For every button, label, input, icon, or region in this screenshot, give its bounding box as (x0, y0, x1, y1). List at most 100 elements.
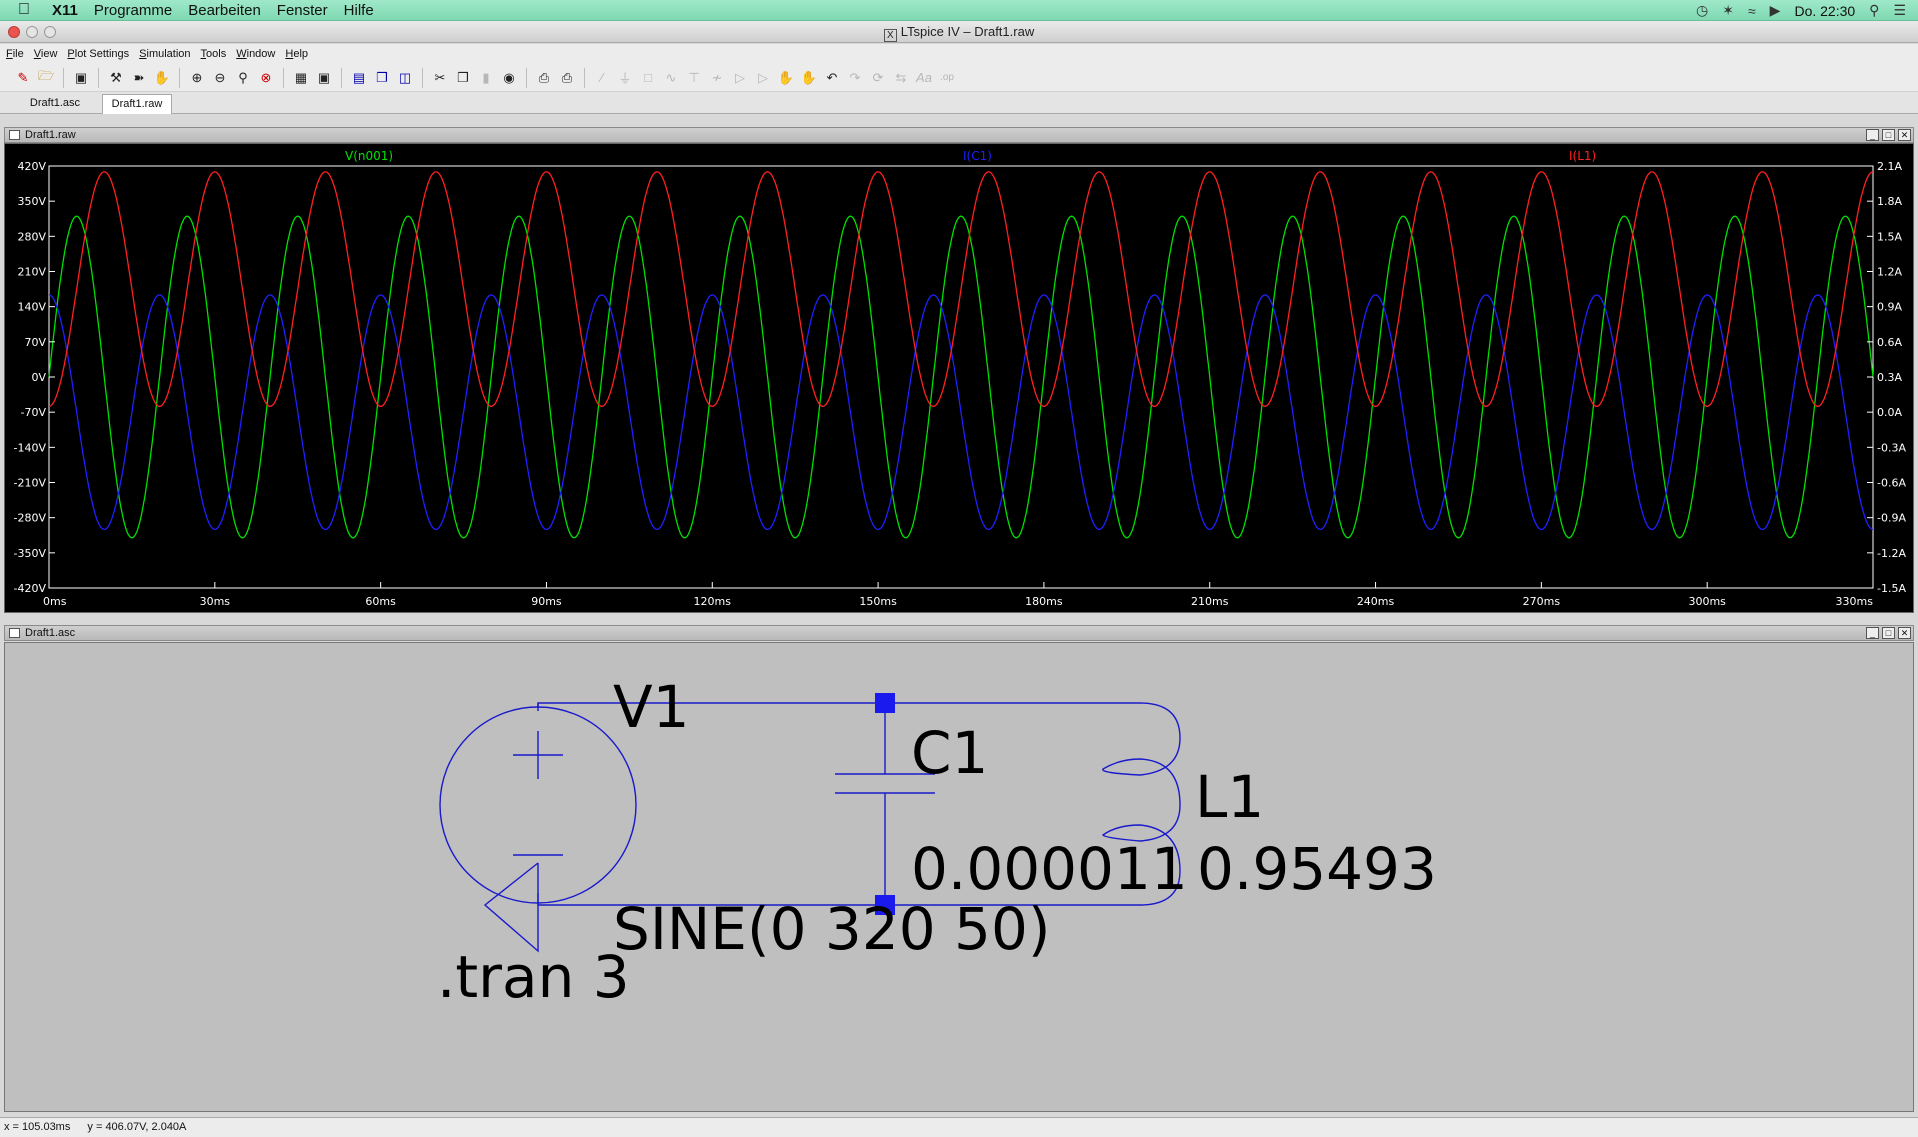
spice-directive-icon[interactable]: .op (938, 69, 956, 87)
cascade-icon[interactable]: ❐ (373, 69, 391, 87)
window-titlebar: X LTspice IV – Draft1.raw (0, 21, 1918, 43)
wire-icon[interactable]: ∕ (593, 69, 611, 87)
zoom-area-icon[interactable]: ⚲ (234, 69, 252, 87)
tile-horizontal-icon[interactable]: ▤ (350, 69, 368, 87)
drag-icon[interactable]: ✋ (800, 69, 818, 87)
cursor-y-readout: y = 406.07V, 2.040A (87, 1121, 187, 1133)
window-close-button[interactable] (8, 26, 20, 38)
zoom-in-icon[interactable]: ⊕ (188, 69, 206, 87)
toolbar: ✎ 🗁 ▣ ⚒ ➽ ✋ ⊕ ⊖ ⚲ ⊗ ▦ ▣ ▤ ❐ ◫ ✂ ❐ ▮ ◉ ⎙ … (0, 64, 1918, 92)
y-left-tick-label: -350V (14, 547, 47, 560)
component-icon[interactable]: ▷ (754, 69, 772, 87)
y-right-tick-label: 0.0A (1877, 406, 1902, 419)
print-setup-icon[interactable]: ⎙ (535, 69, 553, 87)
time-machine-icon[interactable]: ◷ (1696, 2, 1708, 19)
apple-icon[interactable]:  (18, 1, 38, 19)
move-icon[interactable]: ✋ (777, 69, 795, 87)
zoom-out-icon[interactable]: ⊖ (211, 69, 229, 87)
menu-window[interactable]: Window (236, 48, 275, 60)
schematic-drawing[interactable]: V1 C1 L1 0.95493 0.000011 SINE(0 320 50)… (5, 643, 1913, 1111)
spotlight-search-icon[interactable]: ⚲ (1869, 2, 1879, 19)
schematic-window-titlebar: Draft1.asc _ □ ✕ (4, 625, 1914, 641)
plus-sign (513, 731, 563, 779)
schematic-canvas[interactable]: V1 C1 L1 0.95493 0.000011 SINE(0 320 50)… (4, 642, 1914, 1112)
waveform-chart[interactable]: V(n001) I(C1) I(L1) 420V 350V 280V 210V 140V 70V… (5, 144, 1913, 612)
y-left-tick-label: 140V (17, 301, 46, 314)
menu-simulation[interactable]: Simulation (139, 48, 190, 60)
resistor-icon[interactable]: ∿ (662, 69, 680, 87)
schematic-maximize-button[interactable]: □ (1882, 627, 1895, 639)
menu-help[interactable]: Help (285, 48, 308, 60)
plot-close-button[interactable]: ✕ (1898, 129, 1911, 141)
rotate-icon[interactable]: ⟳ (869, 69, 887, 87)
c1-value-label: 0.000011 (911, 835, 1188, 903)
status-bar: x = 105.03ms y = 406.07V, 2.040A (0, 1117, 1918, 1137)
x-tick-label: 90ms (531, 595, 562, 608)
volume-icon[interactable]: ▶ (1770, 2, 1781, 19)
l1-name-label: L1 (1195, 763, 1264, 831)
print-icon[interactable]: ⎙ (558, 69, 576, 87)
menubar-item-fenster[interactable]: Fenster (277, 2, 328, 19)
bluetooth-icon[interactable]: ✶ (1722, 2, 1734, 19)
open-icon[interactable]: 🗁 (37, 68, 55, 87)
schematic-minimize-button[interactable]: _ (1866, 627, 1879, 639)
schematic-file-icon (9, 628, 20, 638)
save-icon[interactable]: ▣ (72, 69, 90, 87)
y-right-tick-label: -0.3A (1877, 441, 1906, 454)
notification-center-icon[interactable]: ☰ (1893, 2, 1906, 19)
window-minimize-button[interactable] (26, 26, 38, 38)
x-tick-label: 180ms (1025, 595, 1063, 608)
menubar-item-programme[interactable]: Programme (94, 2, 172, 19)
menu-tools[interactable]: Tools (201, 48, 227, 60)
run-icon[interactable]: ➽ (130, 69, 148, 87)
control-panel-icon[interactable]: ⚒ (107, 69, 125, 87)
window-zoom-button[interactable] (44, 26, 56, 38)
trace-label-0: V(n001) (345, 149, 393, 163)
text-icon[interactable]: Aa (915, 69, 933, 87)
trace-label-1: I(C1) (963, 149, 992, 163)
plot-maximize-button[interactable]: □ (1882, 129, 1895, 141)
schematic-close-button[interactable]: ✕ (1898, 627, 1911, 639)
plot-minimize-button[interactable]: _ (1866, 129, 1879, 141)
inductor-icon[interactable]: ≁ (708, 69, 726, 87)
menubar-app-name[interactable]: X11 (52, 2, 78, 19)
capacitor-icon[interactable]: ⊤ (685, 69, 703, 87)
l1-value-label: 0.95493 (1197, 835, 1437, 903)
trace-2 (48, 171, 1873, 407)
menubar-clock[interactable]: Do. 22:30 (1794, 3, 1855, 19)
tab-draft1-raw[interactable]: Draft1.raw (102, 94, 172, 114)
waveform-plot[interactable]: V(n001) I(C1) I(L1) 420V 350V 280V 210V 140V 70V… (4, 143, 1914, 613)
menubar-item-hilfe[interactable]: Hilfe (344, 2, 374, 19)
wifi-icon[interactable]: ≈ (1748, 3, 1756, 19)
tile-vertical-icon[interactable]: ◫ (396, 69, 414, 87)
menu-file[interactable]: File (6, 48, 24, 60)
trace-1 (48, 294, 1874, 531)
menu-view[interactable]: View (34, 48, 58, 60)
autorange-icon[interactable]: ▦ (292, 69, 310, 87)
x-tick-label: 330ms (1836, 595, 1874, 608)
copy-icon[interactable]: ❐ (454, 69, 472, 87)
y-right-tick-label: 1.2A (1877, 266, 1902, 279)
label-icon[interactable]: □ (639, 69, 657, 87)
redo-icon[interactable]: ↷ (846, 69, 864, 87)
y-right-tick-label: -0.6A (1877, 477, 1906, 490)
find-icon[interactable]: ◉ (500, 69, 518, 87)
ground-icon[interactable]: ⏚ (616, 69, 634, 87)
y-right-tick-label: 0.9A (1877, 301, 1902, 314)
zoom-cancel-icon[interactable]: ⊗ (257, 69, 275, 87)
trace-label-2: I(L1) (1569, 149, 1596, 163)
halt-icon[interactable]: ✋ (153, 69, 171, 87)
diode-icon[interactable]: ▷ (731, 69, 749, 87)
cut-icon[interactable]: ✂ (431, 69, 449, 87)
y-left-tick-label: -280V (14, 512, 47, 525)
pick-trace-icon[interactable]: ▣ (315, 69, 333, 87)
new-schematic-icon[interactable]: ✎ (14, 69, 32, 87)
mirror-icon[interactable]: ⇆ (892, 69, 910, 87)
menubar-item-bearbeiten[interactable]: Bearbeiten (188, 2, 261, 19)
undo-icon[interactable]: ↶ (823, 69, 841, 87)
paste-icon[interactable]: ▮ (477, 69, 495, 87)
tab-draft1-asc[interactable]: Draft1.asc (20, 94, 90, 114)
y-left-tick-label: 280V (17, 230, 46, 243)
menu-plot-settings[interactable]: Plot Settings (67, 48, 129, 60)
node-square-top (875, 693, 895, 713)
